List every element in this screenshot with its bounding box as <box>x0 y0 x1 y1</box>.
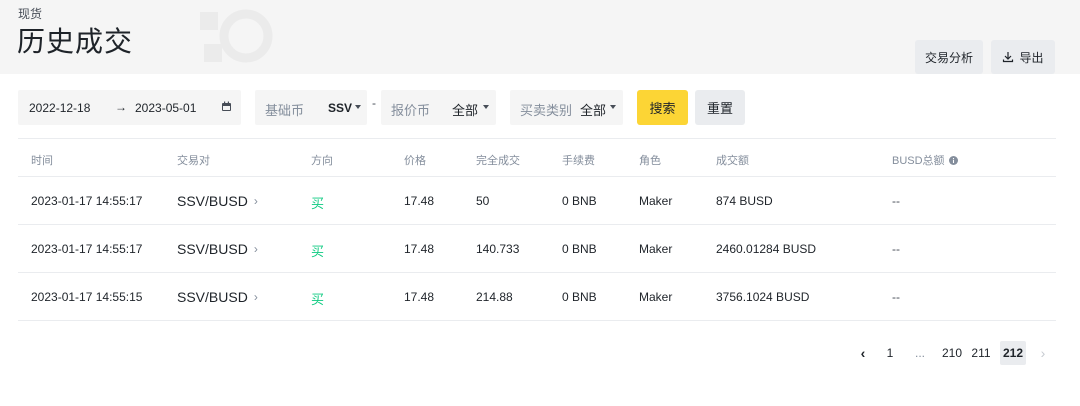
trade-time: 2023-01-17 14:55:17 <box>31 242 143 256</box>
quote-currency-select[interactable]: 报价币 全部 <box>381 90 496 125</box>
trade-history-table: 时间 交易对 方向 价格 完全成交 手续费 角色 成交额 BUSD总额 2023… <box>18 138 1056 321</box>
page-button-current[interactable]: 212 <box>1000 341 1026 365</box>
trade-busd-total: -- <box>892 290 900 304</box>
trade-pair: SSV/BUSD <box>177 193 248 209</box>
page-button-210[interactable]: 210 <box>940 341 964 365</box>
column-header-busd-total: BUSD总额 <box>892 152 958 168</box>
trade-total: 2460.01284 BUSD <box>716 242 817 256</box>
chevron-right-icon: › <box>253 290 258 304</box>
table-row: 2023-01-17 14:55:15 SSV/BUSD › 买 17.48 21… <box>18 273 1056 321</box>
trade-filled: 50 <box>476 194 490 208</box>
table-row: 2023-01-17 14:55:17 SSV/BUSD › 买 17.48 50… <box>18 177 1056 225</box>
chevron-right-icon: › <box>253 242 258 256</box>
column-header-role: 角色 <box>639 155 661 167</box>
chevron-left-icon[interactable]: ‹ <box>856 341 870 365</box>
table-header: 时间 交易对 方向 价格 完全成交 手续费 角色 成交额 BUSD总额 <box>18 138 1056 177</box>
trade-filled: 214.88 <box>476 290 513 304</box>
reset-button[interactable]: 重置 <box>695 90 745 125</box>
column-header-time: 时间 <box>31 155 53 167</box>
column-header-busd-total-label: BUSD总额 <box>892 155 945 167</box>
trade-pair-link[interactable]: SSV/BUSD › <box>177 193 258 209</box>
chevron-right-icon: › <box>253 194 258 208</box>
info-icon[interactable] <box>948 155 958 165</box>
watermark-logo-icon <box>200 9 273 63</box>
column-header-side: 方向 <box>311 155 333 167</box>
trade-pair: SSV/BUSD <box>177 289 248 305</box>
trade-busd-total: -- <box>892 194 900 208</box>
page-title: 历史成交 <box>17 26 134 57</box>
base-currency-label: 基础币 <box>265 103 305 118</box>
column-header-fee: 手续费 <box>562 155 595 167</box>
page-header: 现货 历史成交 交易分析 导出 <box>0 0 1080 74</box>
column-header-filled: 完全成交 <box>476 155 520 167</box>
caret-down-icon <box>355 105 361 109</box>
trade-side: 买 <box>311 292 325 307</box>
trade-total: 3756.1024 BUSD <box>716 290 810 304</box>
trade-fee: 0 BNB <box>562 194 597 208</box>
trade-fee: 0 BNB <box>562 242 597 256</box>
trade-pair-link[interactable]: SSV/BUSD › <box>177 289 258 305</box>
trade-price: 17.48 <box>404 290 435 304</box>
trade-price: 17.48 <box>404 194 435 208</box>
trade-total: 874 BUSD <box>716 194 773 208</box>
search-button-label: 搜索 <box>649 101 676 116</box>
page-button-1[interactable]: 1 <box>882 341 898 365</box>
trade-fee: 0 BNB <box>562 290 597 304</box>
quote-currency-label: 报价币 <box>391 103 431 118</box>
reset-button-label: 重置 <box>706 101 733 116</box>
column-header-price: 价格 <box>404 155 426 167</box>
quote-currency-value: 全部 <box>452 103 479 118</box>
download-icon <box>1003 52 1014 63</box>
base-currency-value: SSV <box>328 101 353 115</box>
trade-pair-link[interactable]: SSV/BUSD › <box>177 241 258 257</box>
trade-side: 买 <box>311 244 325 259</box>
arrow-right-icon: → <box>115 100 127 114</box>
base-currency-select[interactable]: 基础币 SSV <box>255 90 367 125</box>
trade-role: Maker <box>639 194 673 208</box>
start-date[interactable]: 2022-12-18 <box>29 101 90 115</box>
trade-side: 买 <box>311 196 325 211</box>
page-button-211[interactable]: 211 <box>969 341 993 365</box>
trade-time: 2023-01-17 14:55:15 <box>31 290 143 304</box>
caret-down-icon <box>610 105 616 109</box>
trade-time: 2023-01-17 14:55:17 <box>31 194 143 208</box>
column-header-total: 成交额 <box>716 155 749 167</box>
trade-pair: SSV/BUSD <box>177 241 248 257</box>
trade-analysis-label: 交易分析 <box>924 50 973 65</box>
side-select[interactable]: 买卖类别 全部 <box>510 90 623 125</box>
calendar-icon <box>222 101 231 111</box>
trade-role: Maker <box>639 242 673 256</box>
column-header-pair: 交易对 <box>177 155 210 167</box>
page-ellipsis: ... <box>914 346 925 360</box>
end-date[interactable]: 2023-05-01 <box>135 101 196 115</box>
chevron-right-icon[interactable]: › <box>1036 341 1050 365</box>
export-button[interactable]: 导出 <box>991 40 1055 74</box>
trade-filled: 140.733 <box>476 242 520 256</box>
trade-price: 17.48 <box>404 242 435 256</box>
date-range-picker[interactable]: 2022-12-18 → 2023-05-01 <box>18 90 241 125</box>
trade-role: Maker <box>639 290 673 304</box>
table-row: 2023-01-17 14:55:17 SSV/BUSD › 买 17.48 14… <box>18 225 1056 273</box>
caret-down-icon <box>483 105 489 109</box>
search-button[interactable]: 搜索 <box>637 90 688 125</box>
pair-separator: - <box>372 96 376 110</box>
trade-analysis-button[interactable]: 交易分析 <box>915 40 983 74</box>
trade-busd-total: -- <box>892 242 900 256</box>
side-label: 买卖类别 <box>520 103 573 118</box>
side-value: 全部 <box>580 103 607 118</box>
export-label: 导出 <box>1019 50 1044 65</box>
